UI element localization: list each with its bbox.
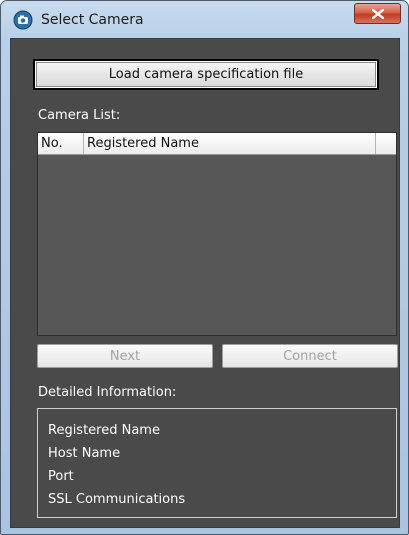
column-header-no[interactable]: No. bbox=[38, 133, 84, 154]
close-button[interactable] bbox=[354, 3, 401, 24]
camera-app-icon bbox=[13, 10, 33, 30]
detail-port: Port bbox=[48, 469, 74, 484]
column-header-filler bbox=[376, 133, 396, 154]
camera-list[interactable]: No. Registered Name bbox=[37, 132, 397, 336]
select-camera-window: Select Camera Load camera specification … bbox=[0, 0, 409, 535]
close-icon bbox=[372, 9, 384, 19]
detail-host-name: Host Name bbox=[48, 446, 121, 461]
camera-list-header: No. Registered Name bbox=[38, 133, 396, 155]
detailed-information-label: Detailed Information: bbox=[38, 385, 177, 400]
camera-list-label: Camera List: bbox=[38, 108, 121, 123]
load-camera-spec-label: Load camera specification file bbox=[36, 62, 376, 87]
dialog-body: Load camera specification file Camera Li… bbox=[10, 38, 400, 528]
detailed-information-box: Registered Name Host Name Port SSL Commu… bbox=[37, 408, 397, 518]
title-bar[interactable]: Select Camera bbox=[1, 1, 408, 39]
connect-button[interactable]: Connect bbox=[222, 344, 398, 368]
detail-registered-name: Registered Name bbox=[48, 423, 160, 438]
window-title: Select Camera bbox=[41, 12, 144, 28]
load-camera-spec-button[interactable]: Load camera specification file bbox=[33, 59, 379, 90]
column-header-registered-name[interactable]: Registered Name bbox=[84, 133, 376, 154]
detail-ssl-communications: SSL Communications bbox=[48, 492, 186, 507]
next-button[interactable]: Next bbox=[37, 344, 213, 368]
